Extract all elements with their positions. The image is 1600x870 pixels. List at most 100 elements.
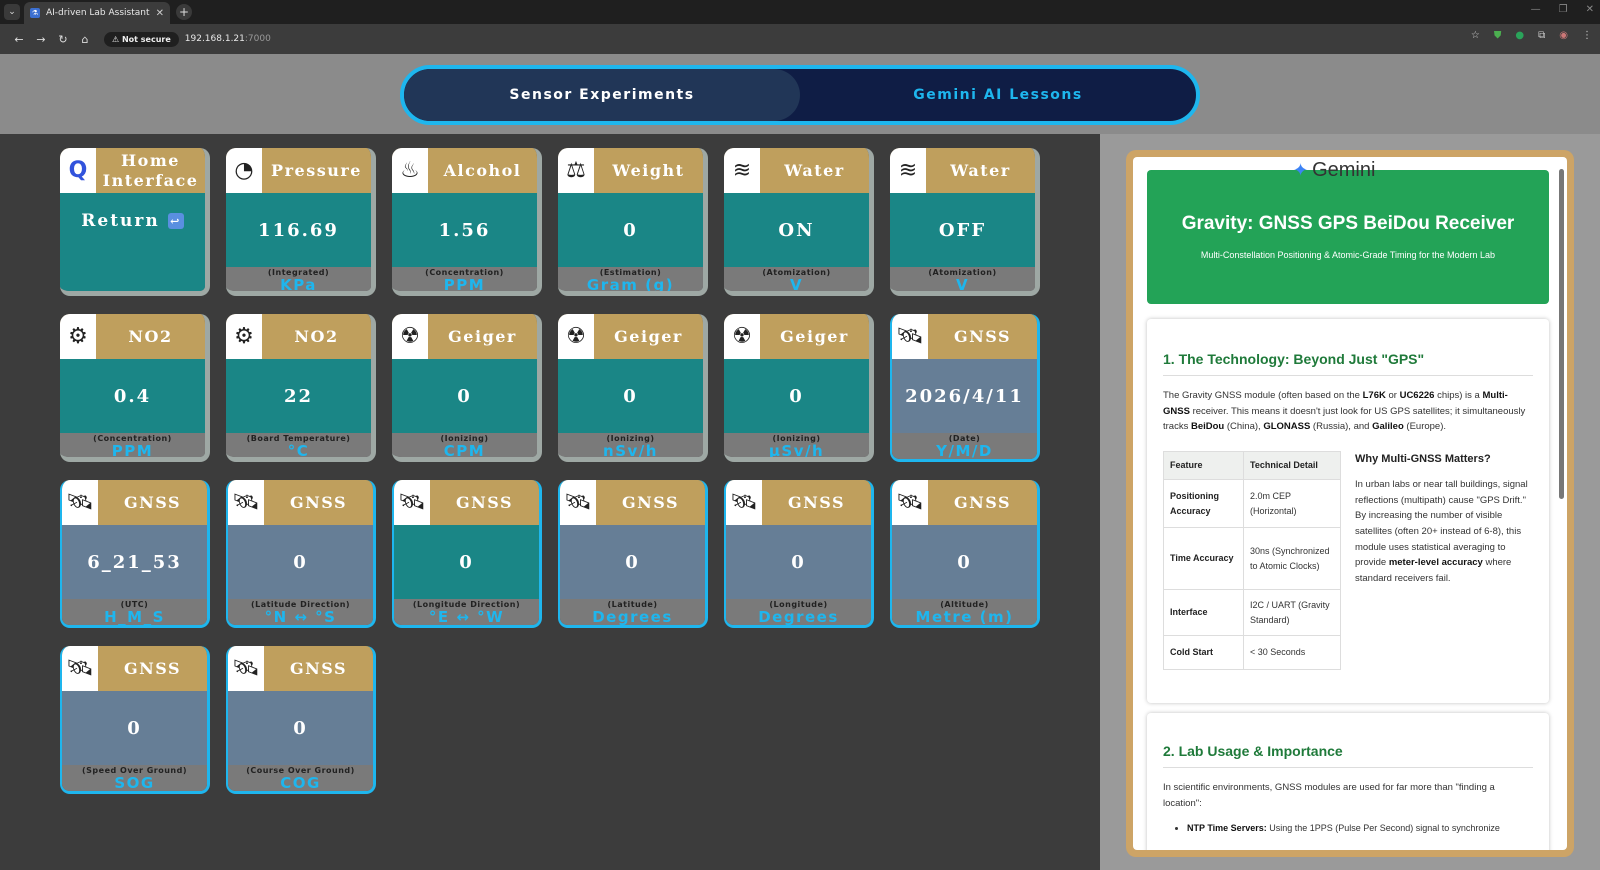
profile-avatar-icon[interactable]: ◉ — [1559, 30, 1568, 41]
intro-bold: BeiDou — [1190, 421, 1225, 433]
card-value: 0 — [625, 551, 640, 573]
card-value: 0 — [293, 551, 308, 573]
card-value: 6_21_53 — [87, 551, 182, 573]
lesson-hero: Gravity: GNSS GPS BeiDou Receiver Multi-… — [1147, 170, 1549, 304]
card-footer: (Altitude) Metre (m) — [892, 599, 1037, 625]
sensor-card[interactable]: ≋ Water OFF (Atomization) V — [890, 148, 1040, 296]
table-cell: 2.0m CEP (Horizontal) — [1243, 479, 1341, 529]
card-unit: SOG — [114, 774, 155, 792]
card-value: 0.4 — [113, 385, 152, 407]
restore-icon[interactable]: ❐ — [1559, 4, 1568, 15]
url-field[interactable]: ⚠ Not secure 192.168.1.21:7000 — [104, 31, 271, 47]
card-unit: °N ↔ °S — [264, 608, 337, 626]
tab-search-icon[interactable]: ⌄ — [4, 4, 20, 20]
scrollbar-thumb[interactable] — [1559, 169, 1564, 499]
sensor-card[interactable]: ◔ Pressure 116.69 (Integrated) KPa — [226, 148, 376, 296]
satellite-icon: 🛰 — [892, 314, 928, 359]
geiger-counter-icon: ☢ — [392, 314, 428, 359]
card-title: Geiger — [614, 326, 683, 346]
sensor-card[interactable]: 🛰 GNSS 0 (Latitude Direction) °N ↔ °S — [226, 480, 376, 628]
sensor-card[interactable]: 🛰 GNSS 2026/4/11 (Date) Y/M/D — [890, 314, 1040, 462]
tab-sensor-experiments[interactable]: Sensor Experiments — [404, 69, 800, 121]
sensor-card[interactable]: ⚙ NO2 0.4 (Concentration) PPM — [60, 314, 210, 462]
card-value-area: 0 — [558, 359, 703, 433]
section-intro: The Gravity GNSS module (often based on … — [1163, 388, 1533, 435]
scrollbar[interactable] — [1559, 161, 1565, 845]
lesson-panel: ✦ Gemini Gravity: GNSS GPS BeiDou Receive… — [1100, 134, 1600, 870]
window-close-icon[interactable]: ✕ — [1586, 4, 1594, 15]
address-bar: ← → ↻ ⌂ ⚠ Not secure 192.168.1.21:7000 ☆… — [0, 24, 1600, 54]
sensor-card[interactable]: 🛰 GNSS 6_21_53 (UTC) H_M_S — [60, 480, 210, 628]
card-footer: (Estimation) Gram (g) — [558, 267, 703, 291]
card-unit: °E ↔ °W — [428, 608, 505, 626]
card-title: GNSS — [289, 658, 348, 678]
card-footer: (Longitude Direction) °E ↔ °W — [394, 599, 539, 626]
url-host: 192.168.1.21 — [184, 34, 245, 44]
card-value-area: 116.69 — [226, 193, 371, 267]
card-value-area: 1.56 — [392, 193, 537, 267]
mode-switcher: Sensor Experiments Gemini AI Lessons — [400, 65, 1200, 125]
card-header: 🛰 GNSS — [228, 480, 373, 525]
sensor-card[interactable]: ☢ Geiger 0 (Ionizing) nSv/h — [558, 314, 708, 462]
sensor-card[interactable]: ☢ Geiger 0 (Ionizing) μSv/h — [724, 314, 874, 462]
menu-kebab-icon[interactable]: ⋮ — [1582, 30, 1592, 41]
bookmark-star-icon[interactable]: ☆ — [1471, 30, 1480, 41]
section-lab-usage: 2. Lab Usage & Importance In scientific … — [1147, 713, 1549, 850]
return-button[interactable]: Return ↩ — [81, 211, 184, 231]
card-unit: μSv/h — [768, 442, 825, 460]
card-title: GNSS — [953, 492, 1012, 512]
sensor-card[interactable]: 🛰 GNSS 0 (Longitude Direction) °E ↔ °W — [392, 480, 542, 628]
table-cell: I2C / UART (Gravity Standard) — [1243, 589, 1341, 637]
reload-icon[interactable]: ↻ — [52, 33, 74, 46]
sensor-card[interactable]: ≋ Water ON (Atomization) V — [724, 148, 874, 296]
table-cell: Time Accuracy — [1163, 527, 1244, 591]
card-value: 0 — [957, 551, 972, 573]
sensor-card[interactable]: ⚖ Weight 0 (Estimation) Gram (g) — [558, 148, 708, 296]
section-intro: In scientific environments, GNSS modules… — [1163, 782, 1495, 809]
card-value-area: OFF — [890, 193, 1035, 267]
card-title: GNSS — [289, 492, 348, 512]
card-unit: PPM — [111, 442, 154, 460]
tab-gemini-ai-lessons[interactable]: Gemini AI Lessons — [800, 69, 1196, 121]
minimize-icon[interactable]: — — [1531, 4, 1541, 15]
sensor-card[interactable]: 🛰 GNSS 0 (Speed Over Ground) SOG — [60, 646, 210, 794]
card-value: 0 — [459, 551, 474, 573]
intro-text: (China), — [1224, 421, 1264, 433]
table-cell: Cold Start — [1163, 635, 1244, 671]
satellite-icon: 🛰 — [228, 646, 264, 691]
section-heading: 2. Lab Usage & Importance — [1163, 743, 1533, 768]
shield-extension-icon[interactable]: ⛊ — [1494, 30, 1502, 41]
sensor-card[interactable]: 🛰 GNSS 0 (Altitude) Metre (m) — [890, 480, 1040, 628]
sensor-card[interactable]: 🛰 GNSS 0 (Longitude) Degrees — [724, 480, 874, 628]
sensor-card[interactable]: ⚙ NO2 22 (Board Temperature) °C — [226, 314, 376, 462]
card-unit: Y/M/D — [936, 442, 993, 460]
card-value-area: 0 — [724, 359, 869, 433]
card-header: ≋ Water — [724, 148, 869, 193]
extensions-puzzle-icon[interactable]: ⧉ — [1538, 30, 1545, 41]
sensor-card[interactable]: 🛰 GNSS 0 (Course Over Ground) COG — [226, 646, 376, 794]
satellite-icon: 🛰 — [62, 646, 98, 691]
lesson-content[interactable]: ✦ Gemini Gravity: GNSS GPS BeiDou Receive… — [1133, 157, 1567, 850]
toolbar-icons: ☆ ⛊ ● ⧉ ◉ ⋮ — [1471, 30, 1592, 41]
card-unit: °C — [287, 442, 310, 460]
lesson-subtitle: Multi-Constellation Positioning & Atomic… — [1200, 250, 1496, 260]
forward-icon[interactable]: → — [30, 33, 52, 46]
not-secure-badge[interactable]: ⚠ Not secure — [104, 31, 179, 47]
back-icon[interactable]: ← — [8, 33, 30, 46]
card-value-area: 0 — [558, 193, 703, 267]
gemini-spark-icon: ✦ — [1293, 160, 1309, 180]
card-title: Weight — [612, 160, 685, 180]
home-icon[interactable]: ⌂ — [74, 33, 96, 46]
sensor-card[interactable]: ☢ Geiger 0 (Ionizing) CPM — [392, 314, 542, 462]
grammarly-extension-icon[interactable]: ● — [1515, 30, 1524, 41]
card-footer: (Course Over Ground) COG — [228, 765, 373, 791]
new-tab-icon[interactable]: + — [176, 4, 192, 20]
card-value: 0 — [623, 219, 638, 241]
browser-tab[interactable]: ⚗ AI-driven Lab Assistant ✕ — [24, 2, 170, 24]
intro-bold: GLONASS — [1263, 421, 1311, 433]
sensor-card[interactable]: 🛰 GNSS 0 (Latitude) Degrees — [558, 480, 708, 628]
close-icon[interactable]: ✕ — [156, 8, 164, 19]
sensor-card[interactable]: Q Home Interface Return ↩ — [60, 148, 210, 296]
sensor-card[interactable]: ♨ Alcohol 1.56 (Concentration) PPM — [392, 148, 542, 296]
card-header: 🛰 GNSS — [62, 480, 207, 525]
